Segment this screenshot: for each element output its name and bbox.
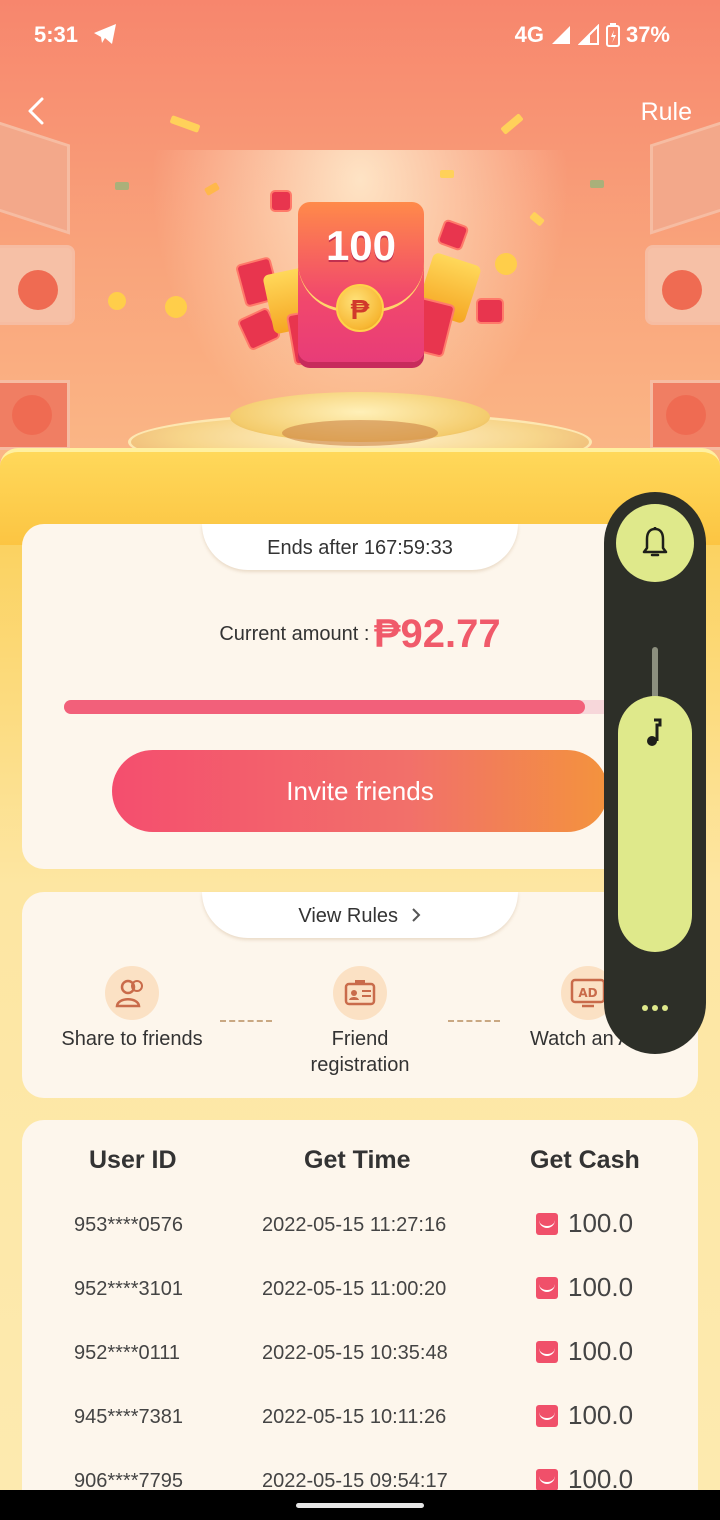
user-id-cell: 952****0111	[74, 1342, 181, 1364]
column-header-get-cash: Get Cash	[530, 1146, 640, 1174]
more-options-button[interactable]	[634, 988, 676, 1028]
battery-icon	[605, 23, 620, 47]
get-cash-cell: 100.0	[536, 1208, 633, 1239]
dot	[662, 1005, 668, 1011]
cash-value: 100.0	[568, 1272, 634, 1302]
red-envelope-icon	[536, 1340, 558, 1363]
table-row: 952****0111 2022-05-15 10:35:48 100.0	[22, 1324, 698, 1388]
status-bar: 5:31 4G 37%	[0, 0, 720, 68]
column-header-user-id: User ID	[89, 1146, 177, 1174]
red-envelope-icon	[536, 1468, 558, 1491]
media-volume-slider[interactable]	[618, 696, 692, 952]
back-arrow-icon[interactable]	[22, 96, 52, 126]
signal-icon	[551, 26, 570, 44]
cash-value: 100.0	[568, 1400, 634, 1430]
dot	[642, 1005, 648, 1011]
battery-level: 37%	[625, 22, 670, 47]
bell-icon	[642, 527, 668, 557]
peso-coin-icon: ₱	[336, 284, 384, 332]
get-cash-cell: 100.0	[536, 1336, 633, 1367]
step-label: Share to friends	[61, 1028, 203, 1050]
table-row: 953****0576 2022-05-15 11:27:16 100.0	[22, 1196, 698, 1260]
get-time-cell: 2022-05-15 10:11:26	[262, 1406, 447, 1428]
home-indicator[interactable]	[296, 1503, 424, 1508]
records-table: User ID Get Time Get Cash 953****0576 20…	[22, 1120, 698, 1520]
table-row: 952****3101 2022-05-15 11:00:20 100.0	[22, 1260, 698, 1324]
rules-card: View Rules Share to friends Friend regis…	[22, 892, 698, 1098]
reward-envelope: 100 ₱	[298, 202, 424, 362]
status-time: 5:31	[34, 22, 79, 47]
decor-circle	[666, 395, 706, 435]
step-connector	[220, 1020, 272, 1022]
get-time-cell: 2022-05-15 10:35:48	[262, 1342, 448, 1364]
cash-value: 100.0	[568, 1208, 634, 1238]
decor-building	[650, 115, 720, 235]
reward-card: Ends after 167:59:33 Current amount : ₱9…	[22, 524, 698, 869]
rule-link[interactable]: Rule	[641, 98, 692, 127]
column-header-get-time: Get Time	[304, 1146, 411, 1174]
step-share: Share to friends	[52, 966, 212, 1052]
svg-text:AD: AD	[578, 986, 597, 1000]
get-cash-cell: 100.0	[536, 1272, 633, 1303]
confetti	[495, 253, 517, 275]
step-connector	[448, 1020, 500, 1022]
confetti	[590, 180, 604, 188]
users-icon	[105, 966, 159, 1020]
view-rules-link[interactable]: View Rules	[202, 892, 518, 938]
invite-friends-button[interactable]: Invite friends	[112, 750, 608, 832]
confetti	[108, 292, 126, 310]
decor-circle	[662, 270, 702, 310]
status-indicators: 4G 37%	[515, 22, 670, 48]
user-id-cell: 945****7381	[74, 1406, 183, 1428]
cash-value: 100.0	[568, 1336, 634, 1366]
step-registration: Friend registration	[280, 966, 440, 1078]
red-envelope-icon	[536, 1276, 558, 1299]
table-row: 945****7381 2022-05-15 10:11:26 100.0	[22, 1388, 698, 1452]
user-id-cell: 953****0576	[74, 1214, 183, 1236]
countdown-label: Ends after 167:59:33	[202, 524, 518, 570]
step-label: Friend registration	[310, 1028, 410, 1076]
id-card-icon	[333, 966, 387, 1020]
confetti	[115, 182, 129, 190]
confetti	[440, 170, 454, 178]
progress-fill	[64, 700, 585, 714]
red-envelope-decor	[270, 190, 292, 212]
red-envelope-decor	[476, 298, 504, 324]
progress-bar	[64, 700, 624, 714]
confetti	[500, 113, 524, 135]
volume-panel	[604, 492, 706, 1054]
envelope-amount: 100	[325, 222, 397, 269]
user-id-cell: 952****3101	[74, 1278, 183, 1300]
view-rules-label: View Rules	[298, 905, 399, 927]
telegram-icon	[94, 24, 116, 44]
music-note-icon	[647, 718, 662, 746]
red-envelope-icon	[536, 1404, 558, 1427]
podium-shadow	[282, 420, 438, 446]
chevron-right-icon	[411, 908, 421, 922]
get-time-cell: 2022-05-15 11:00:20	[262, 1278, 447, 1300]
decor-circle	[12, 395, 52, 435]
network-type: 4G	[514, 22, 544, 47]
red-envelope-icon	[536, 1212, 558, 1235]
confetti	[169, 115, 201, 133]
decor-building	[0, 115, 70, 235]
signal-icon	[577, 24, 599, 45]
get-time-cell: 2022-05-15 11:27:16	[262, 1214, 447, 1236]
current-amount-label: Current amount :	[219, 623, 370, 645]
current-amount: Current amount : ₱92.77	[22, 612, 698, 657]
decor-circle	[18, 270, 58, 310]
ringer-mode-button[interactable]	[616, 504, 694, 582]
get-cash-cell: 100.0	[536, 1400, 633, 1431]
confetti	[165, 296, 187, 318]
dot	[652, 1005, 658, 1011]
current-amount-value: ₱92.77	[373, 612, 501, 656]
